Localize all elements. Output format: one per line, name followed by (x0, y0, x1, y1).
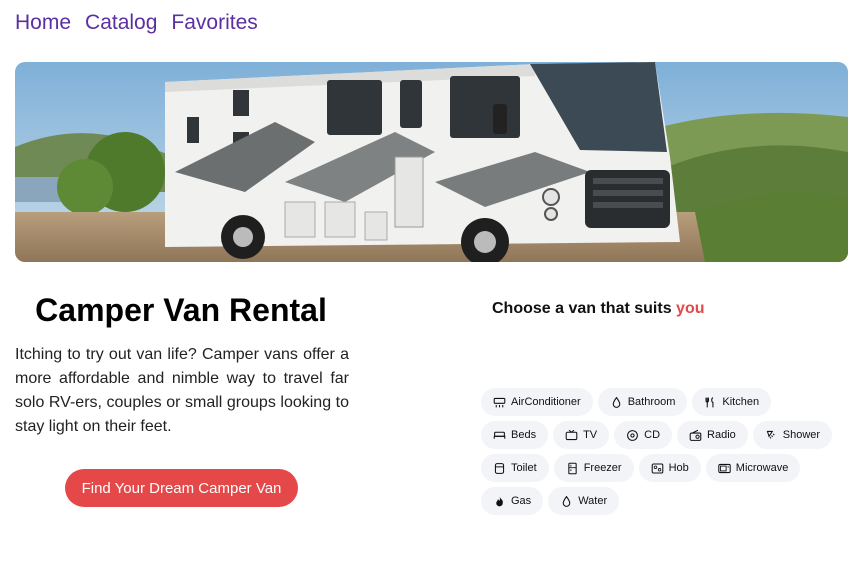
feature-label: AirConditioner (511, 396, 581, 408)
feature-chip-shower[interactable]: Shower (752, 421, 833, 449)
hero-banner-image (15, 62, 848, 262)
feature-chip-beds[interactable]: Beds (481, 421, 549, 449)
water-drop-icon (562, 495, 571, 507)
cutlery-icon (705, 396, 714, 407)
feature-label: CD (644, 429, 661, 441)
air-conditioner-icon (493, 397, 506, 407)
feature-label: Gas (511, 495, 532, 507)
feature-chip-water[interactable]: Water (548, 487, 620, 515)
cd-icon (627, 429, 639, 441)
feature-label: Bathroom (627, 396, 676, 408)
feature-chip-hob[interactable]: Hob (638, 454, 701, 482)
feature-chip-freezer[interactable]: Freezer (553, 454, 634, 482)
microwave-icon (718, 463, 731, 473)
camper-van-illustration (15, 62, 848, 262)
feature-chip-microwave[interactable]: Microwave (705, 454, 801, 482)
find-camper-button[interactable]: Find Your Dream Camper Van (65, 469, 298, 507)
feature-label: Kitchen (722, 396, 760, 408)
hero-description: Itching to try out van life? Camper vans… (15, 346, 349, 435)
feature-chip-bathroom[interactable]: Bathroom (597, 388, 688, 416)
feature-chip-airconditioner[interactable]: AirConditioner (481, 388, 593, 416)
feature-chip-toilet[interactable]: Toilet (481, 454, 549, 482)
hob-icon (651, 463, 663, 473)
feature-label: Water (578, 495, 608, 507)
nav-link-home[interactable]: Home (15, 10, 71, 36)
feature-chip-kitchen[interactable]: Kitchen (692, 388, 772, 416)
feature-label: Radio (707, 429, 736, 441)
freezer-icon (568, 462, 577, 474)
nav-link-favorites[interactable]: Favorites (171, 10, 257, 36)
features-list: AirConditioner Bathroom Kitchen Beds TV … (481, 388, 841, 515)
feature-chip-tv[interactable]: TV (553, 421, 610, 449)
feature-label: Toilet (511, 462, 537, 474)
feature-label: Freezer (583, 462, 622, 474)
feature-label: TV (583, 429, 598, 441)
choose-heading-accent: you (676, 300, 705, 317)
flame-icon (496, 495, 503, 506)
water-drop-icon (612, 396, 620, 408)
feature-chip-cd[interactable]: CD (614, 421, 673, 449)
tv-icon (565, 429, 578, 440)
main-nav: Home Catalog Favorites (15, 10, 258, 36)
feature-chip-radio[interactable]: Radio (677, 421, 748, 449)
nav-link-catalog[interactable]: Catalog (85, 10, 157, 36)
feature-label: Microwave (735, 462, 789, 474)
feature-chip-gas[interactable]: Gas (481, 487, 544, 515)
bed-icon (493, 431, 506, 439)
choose-heading-text: Choose a van that suits (492, 300, 677, 317)
radio-icon (689, 429, 702, 441)
feature-label: Shower (782, 429, 821, 441)
shower-icon (766, 430, 775, 439)
feature-label: Hob (668, 462, 689, 474)
choose-heading: Choose a van that suits you (492, 300, 705, 318)
feature-label: Beds (511, 429, 537, 441)
toilet-icon (494, 462, 505, 474)
page-title: Camper Van Rental (35, 292, 327, 328)
